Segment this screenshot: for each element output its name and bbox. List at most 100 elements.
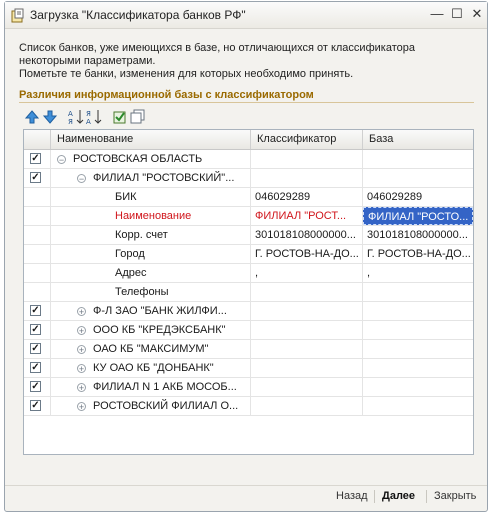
row-checkbox[interactable]: ✓: [30, 172, 41, 183]
row-checkbox[interactable]: ✓: [30, 362, 41, 373]
row-base-value[interactable]: ,: [363, 264, 473, 282]
move-down-icon[interactable]: [41, 108, 59, 126]
table-row[interactable]: ✓ + ООО КБ "КРЕДЭКСБАНК": [24, 321, 473, 340]
close-button[interactable]: Закрыть: [434, 490, 476, 502]
row-check-cell: ✓: [24, 169, 51, 187]
row-check-cell: ✓: [24, 397, 51, 415]
table-row[interactable]: ✓ + КУ ОАО КБ "ДОНБАНК": [24, 359, 473, 378]
row-base-value[interactable]: [363, 359, 473, 377]
table-row[interactable]: ✓ − РОСТОВСКАЯ ОБЛАСТЬ: [24, 150, 473, 169]
row-classifier-value[interactable]: [251, 340, 363, 358]
table-row[interactable]: Наименование ФИЛИАЛ "РОСТ... ФИЛИАЛ "РОСТО…: [24, 207, 473, 226]
row-base-value[interactable]: [363, 397, 473, 415]
header-base[interactable]: База: [363, 130, 473, 149]
collapse-icon[interactable]: −: [57, 154, 66, 164]
row-check-cell: ✓: [24, 321, 51, 339]
row-check-cell: [24, 264, 51, 282]
maximize-icon[interactable]: ☐: [449, 6, 465, 22]
row-checkbox[interactable]: ✓: [30, 324, 41, 335]
row-classifier-value[interactable]: [251, 397, 363, 415]
row-name: РОСТОВСКАЯ ОБЛАСТЬ: [73, 153, 203, 165]
table-row[interactable]: ✓ + ОАО КБ "МАКСИМУМ": [24, 340, 473, 359]
row-base-value[interactable]: [363, 321, 473, 339]
row-base-value[interactable]: 301018108000000...: [363, 226, 473, 244]
row-name: ФИЛИАЛ "РОСТОВСКИЙ"...: [93, 172, 235, 184]
minimize-icon[interactable]: —: [429, 6, 445, 22]
description-line-3: Пометьте те банки, изменения для которых…: [19, 68, 354, 80]
table-row[interactable]: Адрес,,: [24, 264, 473, 283]
expand-icon[interactable]: +: [77, 401, 86, 411]
row-classifier-value[interactable]: Г. РОСТОВ-НА-ДО...: [251, 245, 363, 263]
row-base-value[interactable]: [363, 340, 473, 358]
row-classifier-value[interactable]: [251, 169, 363, 187]
row-base-value[interactable]: ФИЛИАЛ "РОСТО...: [363, 207, 473, 225]
row-base-value[interactable]: [363, 283, 473, 301]
row-name-cell: + КУ ОАО КБ "ДОНБАНК": [51, 359, 251, 377]
expand-icon[interactable]: +: [77, 306, 86, 316]
row-check-cell: [24, 207, 51, 225]
header-classifier[interactable]: Классификатор: [251, 130, 363, 149]
row-checkbox[interactable]: ✓: [30, 400, 41, 411]
row-name: Корр. счет: [115, 229, 168, 241]
expand-icon[interactable]: +: [77, 325, 86, 335]
footer-separator: [426, 490, 427, 503]
expand-icon[interactable]: +: [77, 344, 86, 354]
table-row[interactable]: Город Г. РОСТОВ-НА-ДО... Г. РОСТОВ-НА-ДО..…: [24, 245, 473, 264]
row-name-cell: БИК: [51, 188, 251, 206]
row-check-cell: ✓: [24, 150, 51, 168]
row-base-value[interactable]: [363, 302, 473, 320]
next-button[interactable]: Далее: [382, 490, 415, 502]
row-classifier-value[interactable]: 046029289: [251, 188, 363, 206]
row-classifier-value[interactable]: [251, 302, 363, 320]
sort-desc-icon[interactable]: Я A: [85, 108, 103, 126]
row-check-cell: ✓: [24, 378, 51, 396]
uncheck-all-icon[interactable]: [129, 108, 147, 126]
row-name: ФИЛИАЛ N 1 АКБ МОСОБ...: [93, 381, 237, 393]
row-classifier-value[interactable]: [251, 321, 363, 339]
table-row[interactable]: Корр. счет 301018108000000... 301018108000…: [24, 226, 473, 245]
row-classifier-value[interactable]: ФИЛИАЛ "РОСТ...: [251, 207, 363, 225]
table-row[interactable]: ✓ + Ф-Л ЗАО "БАНК ЖИЛФИ...: [24, 302, 473, 321]
back-button[interactable]: Назад: [336, 490, 368, 502]
row-classifier-value[interactable]: [251, 283, 363, 301]
row-checkbox[interactable]: ✓: [30, 305, 41, 316]
row-checkbox[interactable]: ✓: [30, 153, 41, 164]
row-name: Телефоны: [115, 286, 169, 298]
expand-icon[interactable]: +: [77, 363, 86, 373]
row-classifier-value[interactable]: [251, 150, 363, 168]
row-checkbox[interactable]: ✓: [30, 343, 41, 354]
row-name: ООО КБ "КРЕДЭКСБАНК": [93, 324, 226, 336]
table-row[interactable]: БИК 046029289 046029289: [24, 188, 473, 207]
table-row[interactable]: ✓ + РОСТОВСКИЙ ФИЛИАЛ О...: [24, 397, 473, 416]
row-classifier-value[interactable]: [251, 378, 363, 396]
table-row[interactable]: ✓ + ФИЛИАЛ N 1 АКБ МОСОБ...: [24, 378, 473, 397]
row-name: Адрес: [115, 267, 147, 279]
expand-icon[interactable]: +: [77, 382, 86, 392]
row-base-value[interactable]: [363, 378, 473, 396]
row-check-cell: [24, 226, 51, 244]
row-base-value[interactable]: Г. РОСТОВ-НА-ДО...: [363, 245, 473, 263]
sort-asc-icon[interactable]: A Я: [67, 108, 85, 126]
row-classifier-value[interactable]: 301018108000000...: [251, 226, 363, 244]
header-name[interactable]: Наименование: [51, 130, 251, 149]
row-base-value[interactable]: [363, 150, 473, 168]
row-base-value[interactable]: [363, 169, 473, 187]
move-up-icon[interactable]: [23, 108, 41, 126]
row-base-value[interactable]: 046029289: [363, 188, 473, 206]
row-classifier-value[interactable]: ,: [251, 264, 363, 282]
row-name: Ф-Л ЗАО "БАНК ЖИЛФИ...: [93, 305, 227, 317]
row-check-cell: [24, 283, 51, 301]
close-icon[interactable]: ✕: [469, 6, 485, 22]
footer-divider: [5, 485, 487, 486]
row-name-cell: + ОАО КБ "МАКСИМУМ": [51, 340, 251, 358]
row-name: Город: [115, 248, 145, 260]
row-checkbox[interactable]: ✓: [30, 381, 41, 392]
row-classifier-value[interactable]: [251, 359, 363, 377]
check-all-icon[interactable]: [111, 108, 129, 126]
collapse-icon[interactable]: −: [77, 173, 86, 183]
bank-classifier-icon: [11, 8, 24, 23]
table-row[interactable]: ✓ − ФИЛИАЛ "РОСТОВСКИЙ"...: [24, 169, 473, 188]
dialog-window: Загрузка "Классификатора банков РФ" — ☐ …: [4, 1, 488, 512]
table-row[interactable]: Телефоны: [24, 283, 473, 302]
row-name-cell: + Ф-Л ЗАО "БАНК ЖИЛФИ...: [51, 302, 251, 320]
